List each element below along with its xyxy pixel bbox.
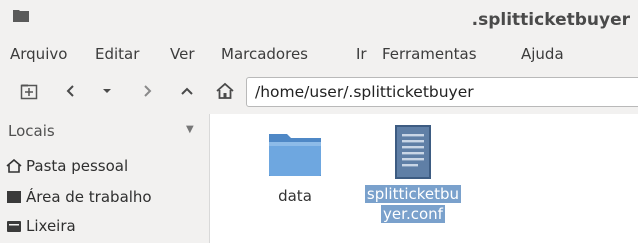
- home-button[interactable]: [214, 80, 236, 102]
- menu-editar[interactable]: Editar: [95, 45, 139, 63]
- forward-button[interactable]: [136, 80, 158, 102]
- menu-ver[interactable]: Ver: [170, 45, 195, 63]
- home-icon: [216, 82, 234, 99]
- menu-arquivo[interactable]: Arquivo: [10, 45, 67, 63]
- new-tab-button[interactable]: [18, 80, 40, 102]
- menu-ferramentas[interactable]: Ferramentas: [382, 45, 477, 63]
- file-view[interactable]: data splitticketbu yer.conf: [210, 114, 638, 243]
- chevron-up-icon: [181, 87, 193, 95]
- file-item-conf[interactable]: splitticketbu yer.conf: [350, 124, 476, 224]
- menu-marcadores[interactable]: Marcadores: [221, 45, 308, 63]
- sidebar-item-trash[interactable]: Lixeira: [6, 214, 206, 238]
- location-path[interactable]: /home/user/.splitticketbuyer: [255, 83, 474, 101]
- sidebar-item-label: Pasta pessoal: [26, 157, 129, 175]
- folder-icon: [269, 134, 321, 176]
- file-name-selected: splitticketbu yer.conf: [350, 184, 476, 224]
- title-bar: .splitticketbuyer: [0, 0, 638, 38]
- folder-icon: [13, 10, 29, 22]
- collapse-caret-icon[interactable]: ▼: [186, 124, 194, 135]
- sidebar-item-label: Lixeira: [26, 217, 76, 235]
- menu-bar: Arquivo Editar Ver Marcadores Ir Ferrame…: [0, 38, 638, 70]
- text-file-icon: [395, 125, 431, 179]
- chevron-right-icon: [144, 85, 152, 97]
- desktop-icon: [6, 190, 22, 204]
- menu-ir[interactable]: Ir: [356, 45, 367, 63]
- trash-icon: [6, 219, 22, 233]
- folder-item-data[interactable]: data: [250, 124, 340, 206]
- sidebar-item-label: Área de trabalho: [26, 188, 152, 206]
- history-dropdown-button[interactable]: [96, 80, 118, 102]
- sidebar-item-home[interactable]: Pasta pessoal: [6, 154, 206, 178]
- file-name-line2: yer.conf: [381, 205, 445, 223]
- back-button[interactable]: [60, 80, 82, 102]
- location-bar[interactable]: /home/user/.splitticketbuyer: [246, 77, 638, 107]
- caret-down-icon: [103, 89, 111, 93]
- new-tab-icon: [20, 84, 38, 100]
- home-icon: [6, 159, 22, 173]
- sidebar-header[interactable]: Locais: [8, 122, 55, 140]
- up-button[interactable]: [176, 80, 198, 102]
- file-name: data: [278, 187, 312, 205]
- file-name-line1: splitticketbu: [364, 185, 462, 203]
- menu-ajuda[interactable]: Ajuda: [521, 45, 564, 63]
- sidebar-item-desktop[interactable]: Área de trabalho: [6, 185, 206, 209]
- chevron-left-icon: [66, 85, 74, 97]
- sidebar: Locais ▼ Pasta pessoal Área de trabalho …: [0, 114, 210, 243]
- window-title: .splitticketbuyer: [471, 10, 630, 30]
